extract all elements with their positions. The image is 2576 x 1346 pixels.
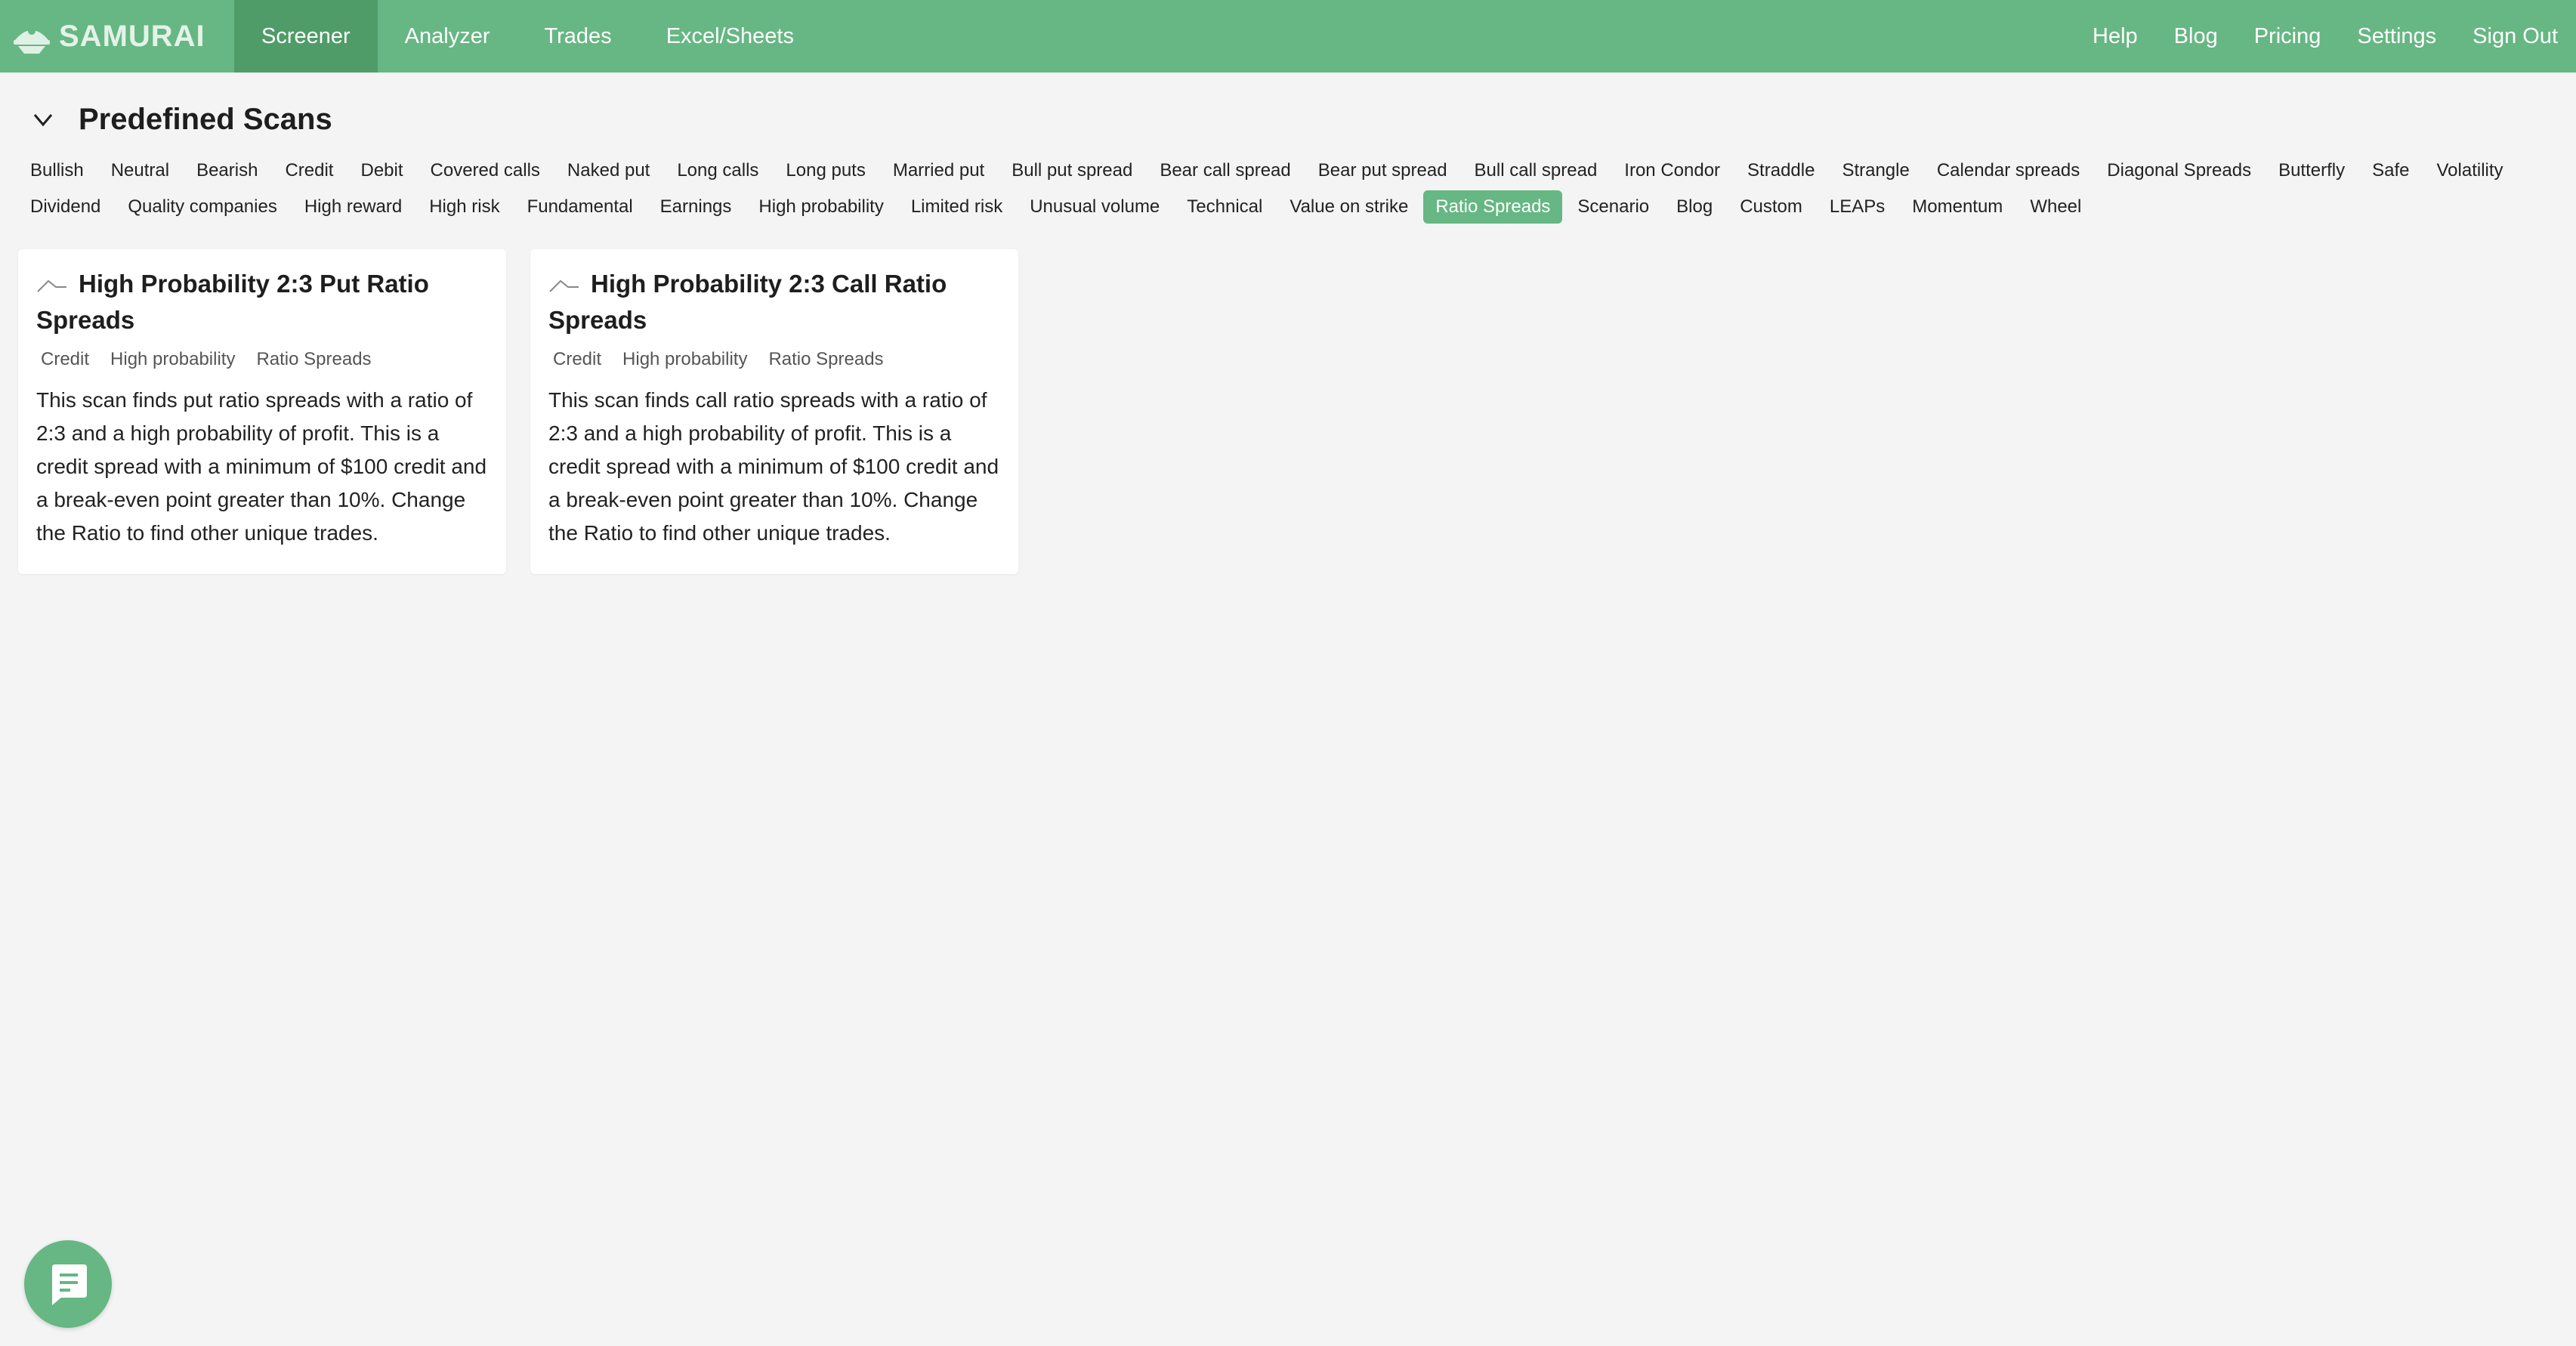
filter-chip-fundamental[interactable]: Fundamental	[515, 190, 645, 224]
filter-chip-bear-call-spread[interactable]: Bear call spread	[1147, 154, 1302, 187]
filter-chip-neutral[interactable]: Neutral	[99, 154, 181, 187]
filter-chip-ratio-spreads[interactable]: Ratio Spreads	[1423, 190, 1563, 224]
filter-chip-iron-condor[interactable]: Iron Condor	[1612, 154, 1732, 187]
filter-chip-high-reward[interactable]: High reward	[292, 190, 414, 224]
chat-icon	[52, 1264, 87, 1305]
nav-trades[interactable]: Trades	[517, 0, 639, 73]
primary-nav: Screener Analyzer Trades Excel/Sheets	[234, 0, 821, 73]
card-tag[interactable]: High probability	[618, 349, 752, 370]
filter-chip-limited-risk[interactable]: Limited risk	[899, 190, 1015, 224]
filter-chip-unusual-volume[interactable]: Unusual volume	[1018, 190, 1172, 224]
filter-chip-long-calls[interactable]: Long calls	[665, 154, 771, 187]
nav-sign-out[interactable]: Sign Out	[2454, 0, 2576, 73]
filter-chip-scenario[interactable]: Scenario	[1565, 190, 1661, 224]
secondary-nav: Help Blog Pricing Settings Sign Out	[2074, 0, 2576, 73]
filter-chip-bull-call-spread[interactable]: Bull call spread	[1463, 154, 1610, 187]
card-title: High Probability 2:3 Put Ratio Spreads	[36, 270, 429, 334]
filter-chip-dividend[interactable]: Dividend	[18, 190, 113, 224]
filter-chip-long-puts[interactable]: Long puts	[774, 154, 877, 187]
filter-chip-debit[interactable]: Debit	[348, 154, 415, 187]
nav-blog[interactable]: Blog	[2156, 0, 2236, 73]
chevron-down-icon[interactable]	[30, 107, 56, 132]
nav-analyzer[interactable]: Analyzer	[378, 0, 517, 73]
card-title: High Probability 2:3 Call Ratio Spreads	[548, 270, 947, 334]
brand-name: SAMURAI	[59, 19, 205, 53]
filter-chip-quality-companies[interactable]: Quality companies	[116, 190, 289, 224]
card-description: This scan finds put ratio spreads with a…	[36, 388, 487, 545]
filter-chip-calendar-spreads[interactable]: Calendar spreads	[1925, 154, 2092, 187]
card-tag[interactable]: High probability	[106, 349, 239, 370]
brand-logo[interactable]: SAMURAI	[11, 17, 205, 56]
filter-chip-covered-calls[interactable]: Covered calls	[419, 154, 552, 187]
filter-chip-blog[interactable]: Blog	[1664, 190, 1725, 224]
filter-chip-earnings[interactable]: Earnings	[648, 190, 744, 224]
nav-excel-sheets[interactable]: Excel/Sheets	[639, 0, 821, 73]
filter-chip-high-risk[interactable]: High risk	[417, 190, 511, 224]
filter-chip-married-put[interactable]: Married put	[881, 154, 996, 187]
filter-chip-straddle[interactable]: Straddle	[1735, 154, 1827, 187]
filter-chip-momentum[interactable]: Momentum	[1900, 190, 2015, 224]
scan-card-put-ratio[interactable]: High Probability 2:3 Put Ratio Spreads C…	[18, 249, 506, 574]
filter-chip-butterfly[interactable]: Butterfly	[2266, 154, 2357, 187]
card-tag[interactable]: Ratio Spreads	[252, 349, 375, 370]
filter-chip-strangle[interactable]: Strangle	[1830, 154, 1921, 187]
filter-chip-bear-put-spread[interactable]: Bear put spread	[1306, 154, 1459, 187]
chart-line-icon	[37, 279, 66, 292]
filter-chip-bull-put-spread[interactable]: Bull put spread	[999, 154, 1144, 187]
filter-chip-leaps[interactable]: LEAPs	[1818, 190, 1897, 224]
card-description: This scan finds call ratio spreads with …	[548, 388, 999, 545]
filter-chip-wheel[interactable]: Wheel	[2018, 190, 2093, 224]
predefined-scans-header[interactable]: Predefined Scans	[30, 98, 332, 140]
filter-chip-volatility[interactable]: Volatility	[2424, 154, 2515, 187]
filter-chip-custom[interactable]: Custom	[1728, 190, 1815, 224]
card-tags: Credit High probability Ratio Spreads	[36, 349, 488, 370]
card-tags: Credit High probability Ratio Spreads	[548, 349, 1000, 370]
filter-chip-bearish[interactable]: Bearish	[184, 154, 270, 187]
scan-card-call-ratio[interactable]: High Probability 2:3 Call Ratio Spreads …	[530, 249, 1018, 574]
card-tag[interactable]: Credit	[548, 349, 606, 370]
filter-chip-value-on-strike[interactable]: Value on strike	[1277, 190, 1420, 224]
filter-chip-high-probability[interactable]: High probability	[746, 190, 895, 224]
nav-settings[interactable]: Settings	[2339, 0, 2454, 73]
nav-pricing[interactable]: Pricing	[2236, 0, 2340, 73]
top-navbar: SAMURAI Screener Analyzer Trades Excel/S…	[0, 0, 2576, 73]
filter-chip-credit[interactable]: Credit	[273, 154, 345, 187]
filter-chip-list: Bullish Neutral Bearish Credit Debit Covered …	[18, 154, 2541, 224]
filter-chip-technical[interactable]: Technical	[1175, 190, 1274, 224]
filter-chip-naked-put[interactable]: Naked put	[555, 154, 662, 187]
section-title: Predefined Scans	[79, 102, 332, 136]
filter-chip-diagonal-spreads[interactable]: Diagonal Spreads	[2095, 154, 2263, 187]
filter-chip-bullish[interactable]: Bullish	[18, 154, 96, 187]
chat-button[interactable]	[24, 1240, 112, 1328]
chart-line-icon	[549, 279, 579, 292]
nav-help[interactable]: Help	[2074, 0, 2156, 73]
filter-chip-safe[interactable]: Safe	[2360, 154, 2421, 187]
nav-screener[interactable]: Screener	[234, 0, 378, 73]
samurai-helmet-icon	[14, 27, 50, 54]
card-tag[interactable]: Ratio Spreads	[764, 349, 888, 370]
card-tag[interactable]: Credit	[36, 349, 94, 370]
